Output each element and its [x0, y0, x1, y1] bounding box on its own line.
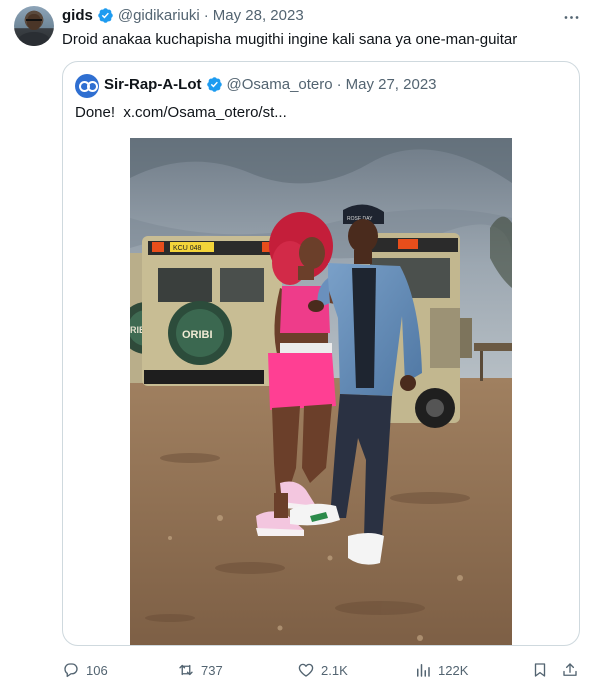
quoted-text-body: Done!: [75, 104, 116, 121]
quoted-author-avatar[interactable]: [75, 74, 99, 98]
like-count: 2.1K: [321, 662, 348, 678]
verified-icon: [97, 7, 114, 24]
author-name[interactable]: gids: [62, 7, 93, 24]
more-icon[interactable]: [561, 7, 581, 27]
separator-dot: ·: [336, 76, 342, 93]
author-avatar[interactable]: [14, 6, 54, 46]
quoted-tweet-card[interactable]: Sir-Rap-A-Lot @Osama_otero · May 27, 202…: [62, 61, 580, 646]
like-button[interactable]: 2.1K: [297, 658, 348, 682]
retweet-icon: [179, 664, 193, 676]
separator-dot: ·: [203, 7, 209, 24]
reply-count: 106: [86, 662, 108, 678]
author-handle[interactable]: @gidikariuki: [118, 7, 200, 24]
tweet-text: Droid anakaa kuchapisha mugithi ingine k…: [62, 31, 518, 48]
action-bar: 106 737 2.1K 122K: [0, 658, 607, 682]
verified-icon: [206, 76, 223, 93]
vehicle-plate: KCU 048: [173, 245, 202, 252]
tweet-date[interactable]: May 28, 2023: [213, 7, 304, 24]
retweet-count: 737: [201, 662, 223, 678]
tweet-header: gids @gidikariuki · May 28, 2023: [62, 7, 304, 24]
quoted-photo[interactable]: RIBI KCU 048 ORIBI ROSE DAY: [130, 138, 512, 645]
quoted-tweet-text: Done! x.com/Osama_otero/st...: [75, 103, 287, 123]
like-icon: [298, 663, 314, 677]
reply-icon: [64, 663, 78, 678]
quoted-author-name[interactable]: Sir-Rap-A-Lot: [104, 76, 202, 93]
reply-button[interactable]: 106: [62, 658, 108, 682]
share-icon: [563, 663, 577, 676]
retweet-button[interactable]: 737: [177, 658, 223, 682]
quoted-author-handle[interactable]: @Osama_otero: [227, 76, 333, 93]
views-icon: [417, 664, 430, 677]
views-button[interactable]: 122K: [414, 658, 468, 682]
photo-vehicle-center: KCU 048 ORIBI: [142, 236, 282, 386]
bookmark-icon: [534, 663, 546, 677]
share-button[interactable]: [561, 658, 579, 682]
tire-label-center: ORIBI: [182, 329, 213, 341]
quoted-tweet-link[interactable]: x.com/Osama_otero/st...: [123, 104, 286, 121]
bookmark-button[interactable]: [531, 658, 549, 682]
quoted-tweet-header: Sir-Rap-A-Lot @Osama_otero · May 27, 202…: [104, 76, 437, 93]
quoted-tweet-date[interactable]: May 27, 2023: [346, 76, 437, 93]
views-count: 122K: [438, 662, 469, 678]
